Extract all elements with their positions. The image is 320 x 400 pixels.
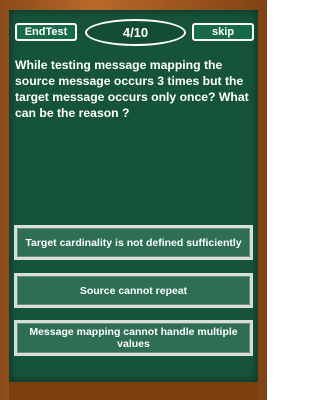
question-text: While testing message mapping the source… xyxy=(15,58,249,120)
answer-option-3[interactable]: Message mapping cannot handle multiple v… xyxy=(14,320,253,356)
frame-bottom xyxy=(9,382,258,400)
skip-button[interactable]: skip xyxy=(192,23,254,41)
end-test-button[interactable]: EndTest xyxy=(15,23,77,41)
question-progress: 4/10 xyxy=(85,19,186,46)
answer-option-1[interactable]: Target cardinality is not defined suffic… xyxy=(14,225,253,260)
chalkboard: EndTest 4/10 skip While testing message … xyxy=(9,10,258,382)
top-bar: EndTest 4/10 skip xyxy=(9,10,258,50)
answer-option-2[interactable]: Source cannot repeat xyxy=(14,273,253,308)
